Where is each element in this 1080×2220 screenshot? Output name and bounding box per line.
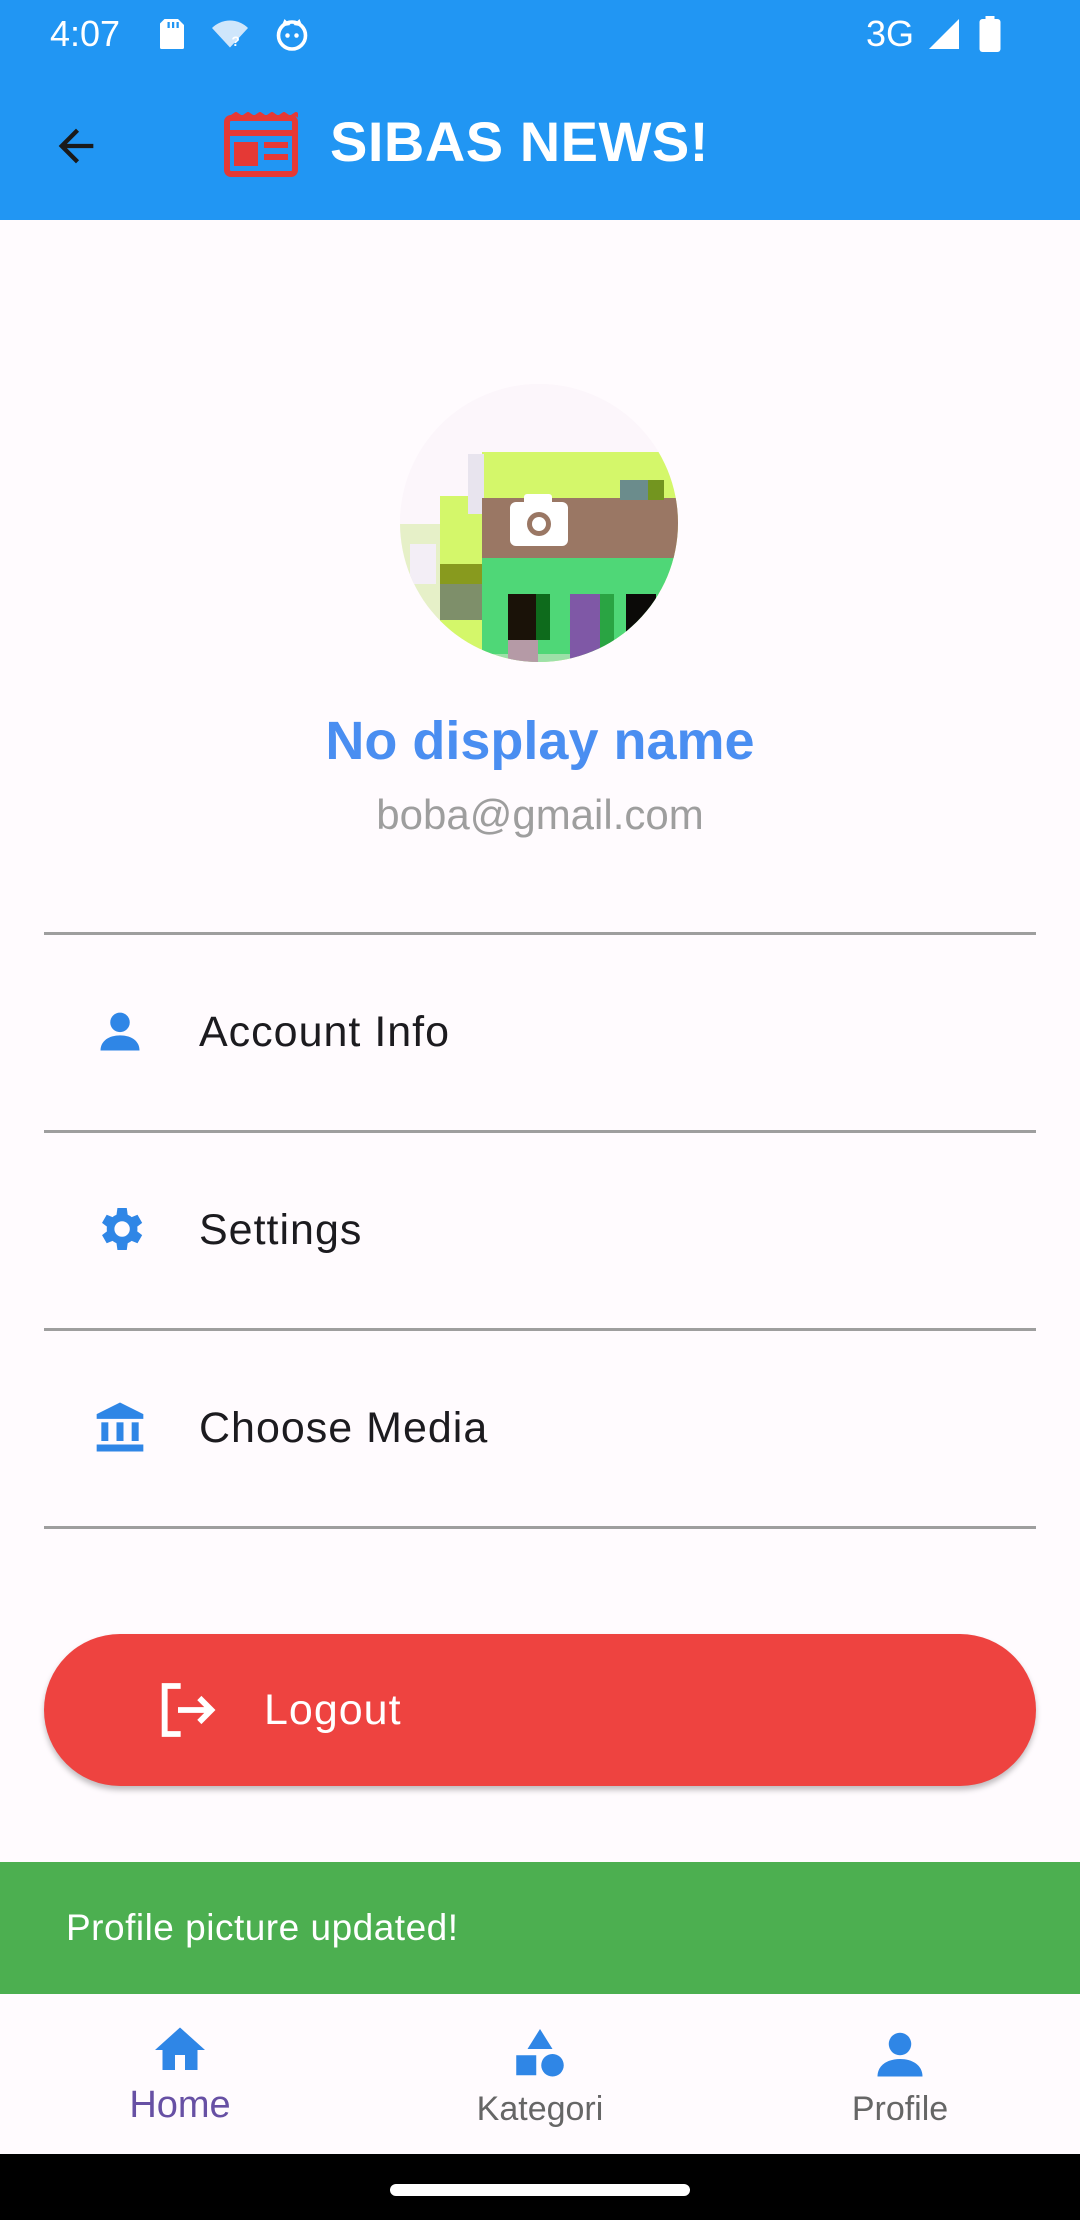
nav-label: Profile [851, 2090, 949, 2128]
arrow-back-icon [58, 128, 94, 164]
menu-label: Choose Media [199, 1404, 489, 1452]
nav-item-kategori[interactable]: Kategori [360, 1994, 720, 2154]
logout-icon [154, 1678, 218, 1742]
status-time: 4:07 [50, 13, 121, 54]
network-type: 3G [866, 13, 915, 54]
snackbar: Profile picture updated! [0, 1862, 1080, 1994]
divider [44, 1526, 1036, 1529]
avatar[interactable] [400, 384, 678, 662]
menu-label: Account Info [199, 1008, 451, 1056]
display-name: No display name [325, 711, 755, 771]
gesture-bar [0, 2154, 1080, 2220]
home-gesture-handle[interactable] [390, 2184, 690, 2196]
status-bar: 4:07 ? 3G [0, 0, 1080, 66]
logout-button[interactable]: Logout [44, 1634, 1036, 1786]
sd-card-icon [154, 16, 190, 52]
top-bar: 4:07 ? 3G SIBAS NEWS! [0, 0, 1080, 220]
cell-signal-icon [926, 16, 962, 52]
nav-item-profile[interactable]: Profile [720, 1994, 1080, 2154]
app-bar: SIBAS NEWS! [0, 66, 1080, 220]
bank-icon [90, 1397, 150, 1457]
person-icon [870, 2024, 930, 2084]
svg-text:?: ? [232, 34, 240, 49]
snackbar-message: Profile picture updated! [66, 1907, 459, 1948]
wifi-unknown-icon: ? [210, 16, 248, 52]
menu-item-settings[interactable]: Settings [44, 1133, 1036, 1328]
nav-label: Home [129, 2084, 231, 2126]
menu-label: Settings [199, 1206, 363, 1254]
cat-app-icon [274, 16, 310, 52]
menu-item-account-info[interactable]: Account Info [44, 935, 1036, 1130]
gear-icon [90, 1199, 150, 1259]
profile-screen: 4:07 ? 3G SIBAS NEWS! No display name bo… [0, 0, 1080, 2220]
person-icon [90, 1001, 150, 1061]
nav-label: Kategori [476, 2090, 604, 2128]
battery-icon [976, 16, 1012, 52]
logout-label: Logout [264, 1686, 402, 1734]
bottom-nav: Home Kategori Profile [0, 1994, 1080, 2154]
newspaper-icon [224, 111, 304, 178]
menu-item-choose-media[interactable]: Choose Media [44, 1331, 1036, 1526]
nav-item-home[interactable]: Home [0, 1994, 360, 2154]
email-text: boba@gmail.com [376, 791, 704, 838]
category-shapes-icon [510, 2024, 570, 2084]
back-button[interactable] [40, 110, 112, 182]
app-title: SIBAS NEWS! [330, 110, 709, 173]
home-icon [150, 2020, 210, 2080]
